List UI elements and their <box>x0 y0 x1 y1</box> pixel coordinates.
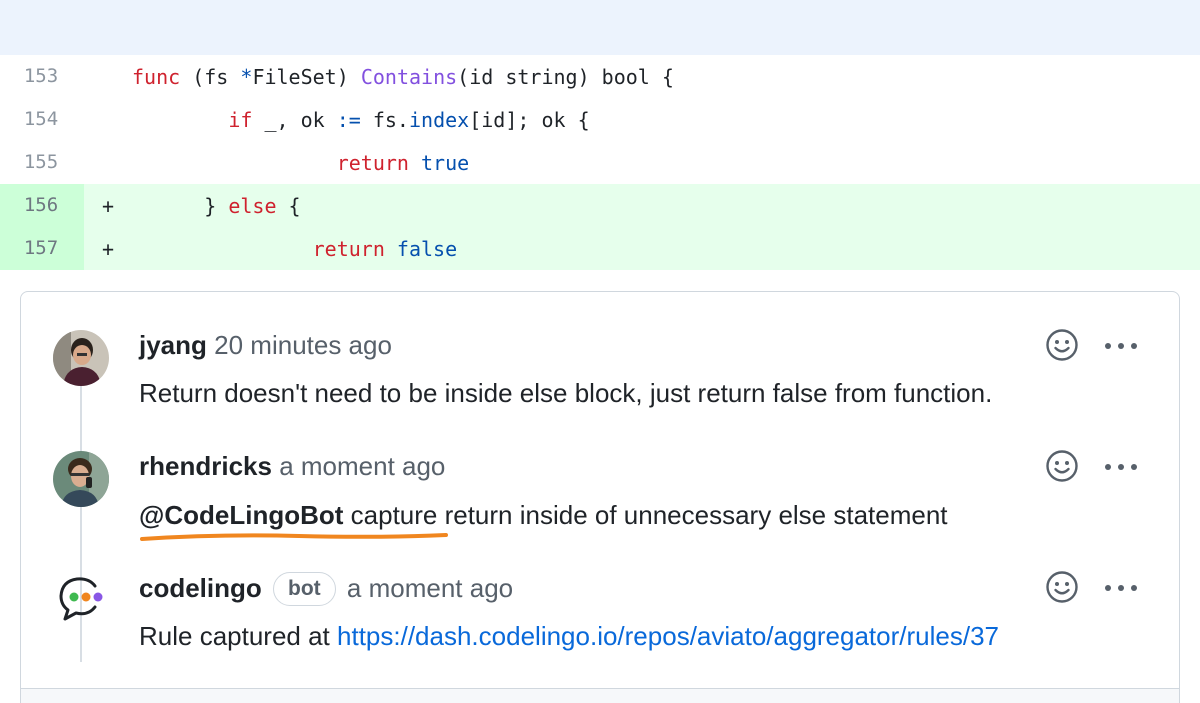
line-number[interactable]: 156 <box>0 184 84 227</box>
line-number[interactable]: 153 <box>0 55 84 98</box>
comment-body: Return doesn't need to be inside else bl… <box>139 378 993 408</box>
avatar[interactable] <box>53 330 109 386</box>
timestamp[interactable]: a moment ago <box>279 451 445 481</box>
author-name[interactable]: jyang <box>139 330 207 360</box>
code-line-157: 157 + return false <box>0 227 1200 270</box>
kebab-menu-icon[interactable] <box>1103 462 1139 472</box>
smiley-icon[interactable] <box>1045 328 1079 362</box>
code-diff: 153 func (fs *FileSet) Contains(id strin… <box>0 55 1200 270</box>
line-number[interactable]: 155 <box>0 141 84 184</box>
kebab-menu-icon[interactable] <box>1103 341 1139 351</box>
line-number[interactable]: 157 <box>0 227 84 270</box>
code-line-156: 156 + } else { <box>0 184 1200 227</box>
code-text: return true <box>336 150 470 175</box>
smiley-icon[interactable] <box>1045 570 1079 604</box>
bot-mention[interactable]: @CodeLingoBot <box>139 500 343 530</box>
comment-header: jyang 20 minutes ago <box>139 330 392 360</box>
reply-area[interactable] <box>21 688 1179 703</box>
smiley-icon[interactable] <box>1045 449 1079 483</box>
author-name[interactable]: rhendricks <box>139 451 272 481</box>
comment-header: codelingo bot a moment ago <box>139 572 513 606</box>
comment-body: @CodeLingoBot capture return inside of u… <box>139 500 948 530</box>
bot-badge: bot <box>273 572 336 606</box>
line-number[interactable]: 154 <box>0 98 84 141</box>
rule-link[interactable]: https://dash.codelingo.io/repos/aviato/a… <box>337 621 999 651</box>
review-comment-thread: jyang 20 minutes ago Return doesn't need… <box>20 291 1180 703</box>
code-line-154: 154 if _, ok := fs.index[id]; ok { <box>0 98 1200 141</box>
code-text: func (fs *FileSet) Contains(id string) b… <box>132 64 674 89</box>
diff-hunk-header <box>0 0 1200 55</box>
avatar[interactable] <box>53 451 109 507</box>
code-line-153: 153 func (fs *FileSet) Contains(id strin… <box>0 55 1200 98</box>
codelingo-logo-icon[interactable] <box>53 572 109 628</box>
comment-header: rhendricks a moment ago <box>139 451 445 481</box>
code-text: return false <box>312 236 458 261</box>
timestamp[interactable]: 20 minutes ago <box>214 330 392 360</box>
diff-marker: + <box>102 193 115 218</box>
code-text: } else { <box>204 193 301 218</box>
comment-body: Rule captured at https://dash.codelingo.… <box>139 621 999 651</box>
code-text: if _, ok := fs.index[id]; ok { <box>228 107 590 132</box>
highlight-underline <box>140 533 448 541</box>
diff-marker: + <box>102 236 115 261</box>
author-name[interactable]: codelingo <box>139 573 262 603</box>
kebab-menu-icon[interactable] <box>1103 583 1139 593</box>
code-line-155: 155 return true <box>0 141 1200 184</box>
timestamp[interactable]: a moment ago <box>347 573 513 603</box>
